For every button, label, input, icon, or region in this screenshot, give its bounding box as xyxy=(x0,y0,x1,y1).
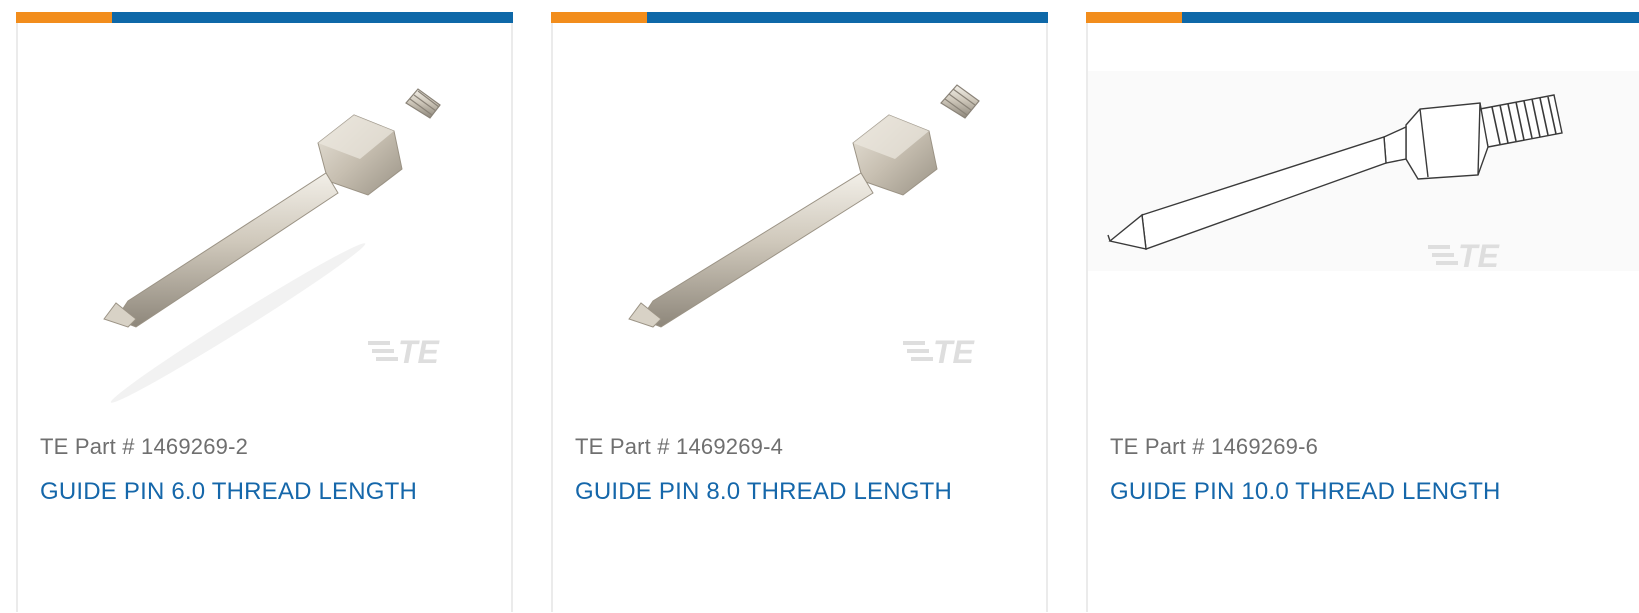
card-accent-bar xyxy=(1086,12,1639,23)
guide-pin-line-drawing-icon[interactable]: TE xyxy=(1088,23,1639,403)
svg-text:TE: TE xyxy=(933,334,976,370)
product-card[interactable]: TE TE Part # 1469269-2 GUIDE PIN 6.0 THR… xyxy=(16,12,513,612)
card-accent-bar xyxy=(551,12,1048,23)
product-card[interactable]: TE TE Part # 1469269-4 GUIDE PIN 8.0 THR… xyxy=(551,12,1048,612)
te-logo-watermark: TE xyxy=(368,334,441,370)
product-title-link[interactable]: GUIDE PIN 8.0 THREAD LENGTH xyxy=(575,478,952,506)
part-number: TE Part # 1469269-2 xyxy=(40,434,249,459)
guide-pin-shape xyxy=(103,88,441,403)
accent-bar-orange xyxy=(551,12,647,23)
guide-pin-render-icon[interactable]: TE xyxy=(18,23,511,403)
accent-bar-blue xyxy=(112,12,513,23)
guide-pin-render-icon[interactable]: TE xyxy=(553,23,1046,403)
accent-bar-blue xyxy=(647,12,1048,23)
svg-text:TE: TE xyxy=(398,334,441,370)
accent-bar-orange xyxy=(1086,12,1182,23)
product-card-list: TE TE Part # 1469269-2 GUIDE PIN 6.0 THR… xyxy=(0,0,1639,613)
te-logo-watermark: TE xyxy=(903,334,976,370)
card-accent-bar xyxy=(16,12,513,23)
accent-bar-blue xyxy=(1182,12,1639,23)
product-title-link[interactable]: GUIDE PIN 6.0 THREAD LENGTH xyxy=(40,478,417,506)
guide-pin-shape xyxy=(628,84,980,328)
part-number: TE Part # 1469269-6 xyxy=(1110,434,1319,459)
product-card[interactable]: TE TE Part # 1469269-6 GUIDE PIN 10.0 TH… xyxy=(1086,12,1639,612)
part-number: TE Part # 1469269-4 xyxy=(575,434,784,459)
accent-bar-orange xyxy=(16,12,112,23)
product-title-link[interactable]: GUIDE PIN 10.0 THREAD LENGTH xyxy=(1110,478,1501,506)
svg-text:TE: TE xyxy=(1458,238,1501,274)
